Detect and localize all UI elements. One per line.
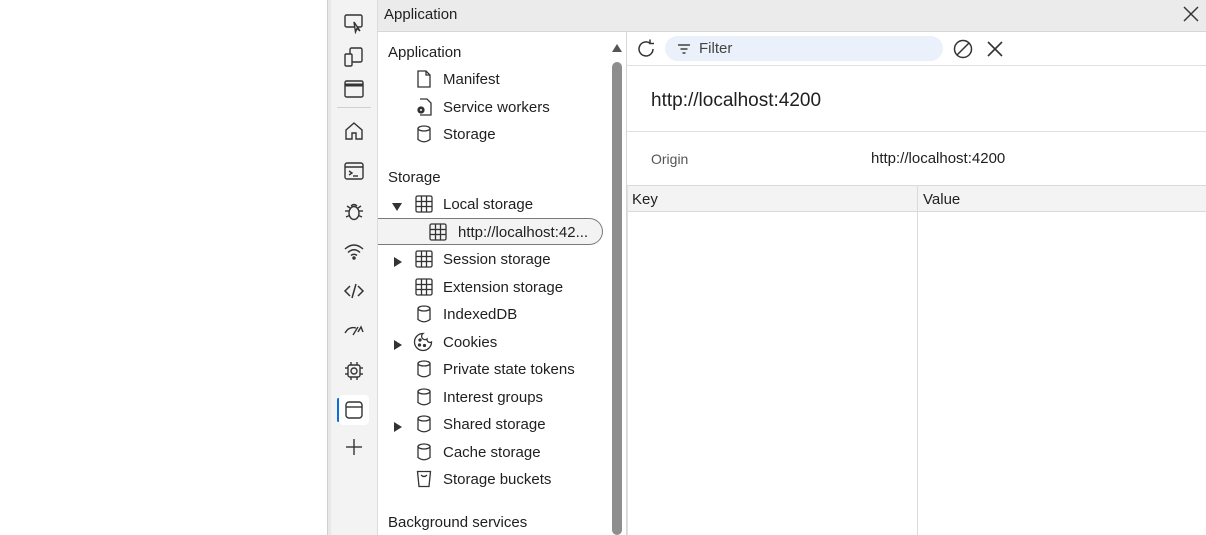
activity-bar	[331, 0, 378, 535]
collapsed-arrow-icon[interactable]	[393, 254, 403, 267]
sidebar-item-shared-storage[interactable]: Shared storage	[378, 411, 610, 437]
grid-left-border	[627, 185, 628, 535]
sidebar-item-storage-buckets[interactable]: Storage buckets	[378, 466, 610, 492]
table-icon	[428, 222, 448, 242]
scrollbar-thumb[interactable]	[612, 62, 622, 535]
bug-icon[interactable]	[339, 196, 369, 226]
section-background-services: Background services	[388, 514, 528, 531]
clear-all-button[interactable]	[950, 36, 976, 62]
file-icon	[414, 69, 434, 89]
scroll-up-arrow-icon[interactable]	[612, 44, 622, 52]
sidebar-item-extension-storage[interactable]: Extension storage	[378, 274, 610, 300]
delete-selected-button[interactable]	[982, 36, 1008, 62]
sidebar-item-manifest[interactable]: Manifest	[378, 66, 610, 92]
blank-area	[0, 0, 327, 535]
column-divider[interactable]	[917, 185, 918, 535]
database-icon	[414, 359, 434, 379]
column-header-value[interactable]: Value	[923, 191, 960, 208]
filter-icon	[677, 41, 693, 57]
gear-file-icon	[414, 97, 434, 117]
refresh-icon	[638, 39, 654, 57]
filter-input[interactable]	[699, 40, 929, 57]
sidebar-item-local-storage[interactable]: Local storage	[378, 191, 610, 217]
sidebar-item-session-storage[interactable]: Session storage	[378, 246, 610, 272]
application-panel-icon[interactable]	[339, 395, 369, 425]
filter-box	[665, 36, 943, 61]
bucket-icon	[414, 469, 434, 489]
column-header-key[interactable]: Key	[632, 191, 658, 208]
inspect-icon[interactable]	[339, 8, 369, 38]
database-icon	[414, 387, 434, 407]
device-emulation-icon[interactable]	[339, 42, 369, 72]
collapsed-arrow-icon[interactable]	[393, 337, 403, 350]
table-icon	[414, 277, 434, 297]
sidebar-item-storage-overview[interactable]: Storage	[378, 121, 610, 147]
cookie-icon	[413, 332, 433, 352]
sidebar-item-cache-storage[interactable]: Cache storage	[378, 439, 610, 465]
code-icon[interactable]	[339, 276, 369, 306]
collapsed-arrow-icon[interactable]	[393, 419, 403, 432]
application-sidebar: Application Manifest Service workers Sto…	[378, 32, 610, 535]
section-storage: Storage	[388, 169, 441, 186]
database-icon	[414, 442, 434, 462]
origin-title: http://localhost:4200	[651, 90, 822, 111]
close-icon	[1183, 6, 1199, 22]
origin-label: Origin	[651, 151, 689, 167]
sidebar-item-private-state-tokens[interactable]: Private state tokens	[378, 356, 610, 382]
database-icon	[414, 414, 434, 434]
storage-toolbar	[627, 32, 1206, 66]
expanded-arrow-icon[interactable]	[392, 199, 402, 211]
sidebar-item-interest-groups[interactable]: Interest groups	[378, 384, 610, 410]
panel-titlebar: Application	[378, 0, 1206, 32]
performance-icon[interactable]	[339, 316, 369, 346]
activity-separator	[337, 107, 371, 108]
origin-value: http://localhost:4200	[871, 150, 1006, 167]
close-panel-button[interactable]	[1180, 3, 1202, 25]
close-icon	[987, 41, 1003, 57]
sidebar-item-service-workers[interactable]: Service workers	[378, 94, 610, 120]
refresh-button[interactable]	[633, 36, 659, 62]
panel-title: Application	[384, 6, 458, 23]
home-icon[interactable]	[339, 116, 369, 146]
memory-chip-icon[interactable]	[339, 356, 369, 386]
database-icon	[414, 304, 434, 324]
section-application: Application	[388, 44, 462, 61]
block-icon	[953, 39, 973, 59]
sidebar-item-cookies[interactable]: Cookies	[378, 329, 610, 355]
wifi-icon[interactable]	[339, 236, 369, 266]
sidebar-item-indexeddb[interactable]: IndexedDB	[378, 301, 610, 327]
console-icon[interactable]	[339, 156, 369, 186]
table-icon	[414, 194, 434, 214]
database-icon	[414, 124, 434, 144]
table-icon	[414, 249, 434, 269]
application-panel: Application Application Manifest Service…	[378, 0, 1206, 535]
sidebar-item-localhost-origin[interactable]: http://localhost:42...	[378, 219, 610, 245]
browser-window-icon[interactable]	[339, 74, 369, 104]
divider	[627, 131, 1206, 132]
add-tool-icon[interactable]	[339, 432, 369, 462]
storage-view: http://localhost:4200 Origin http://loca…	[627, 32, 1206, 535]
